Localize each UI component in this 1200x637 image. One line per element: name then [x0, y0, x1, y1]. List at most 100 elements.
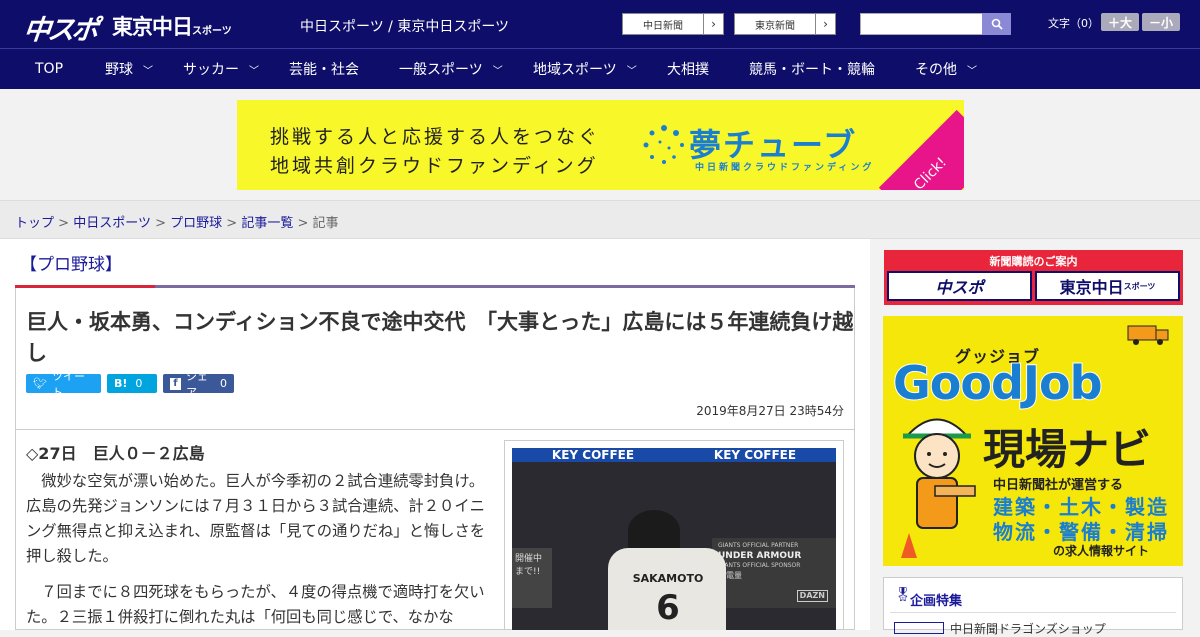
chunichi-shimbun-label: 中日新聞 — [643, 20, 683, 32]
font-bigger-button[interactable]: ＋大 — [1101, 13, 1139, 31]
feature-thumb[interactable] — [894, 622, 944, 634]
gj-tail: の求人情報サイト — [1053, 544, 1150, 558]
chunichi-shimbun-button[interactable]: 中日新聞 › — [622, 13, 724, 35]
article-subhead: ◇27日 巨人０－２広島 — [26, 444, 205, 463]
breadcrumb-pro-baseball[interactable]: プロ野球 — [170, 216, 222, 231]
search-button[interactable] — [982, 13, 1011, 35]
breadcrumb: トップ > 中日スポーツ > プロ野球 > 記事一覧 > 記事 — [15, 212, 339, 231]
tokyo-chunichi-logo[interactable]: 東京中日スポーツ — [112, 11, 232, 41]
article-divider — [16, 429, 854, 430]
nav-label: 野球 — [105, 62, 133, 78]
nav-item-entertainment[interactable]: 芸能・社会 — [289, 49, 359, 89]
nav-item-general-sports[interactable]: 一般スポーツ ﹀ — [399, 49, 503, 89]
sub-tokyo-text: 東京中日 — [1059, 278, 1124, 297]
search-icon — [991, 18, 1003, 30]
gj-navi: 現場ナビ — [983, 425, 1152, 474]
nav-label: 競馬・ボート・競輪 — [749, 62, 875, 78]
truck-icon — [1127, 325, 1169, 345]
nav-item-soccer[interactable]: サッカー ﹀ — [183, 49, 259, 89]
jersey-number: 6 — [656, 588, 680, 628]
nav-item-top[interactable]: TOP — [35, 49, 63, 89]
breadcrumb-top[interactable]: トップ — [15, 216, 54, 231]
article-paragraph-2: ７回までに８四死球をもらったが、４度の得点機で適時打を欠いた。２三振１併殺打に倒… — [26, 583, 485, 626]
nav-item-racing[interactable]: 競馬・ボート・競輪 — [749, 49, 875, 89]
tokyo-shimbun-button[interactable]: 東京新聞 › — [734, 13, 836, 35]
photo-sponsor-board: GIANTS OFFICIAL PARTNER UNDER ARMOUR GIA… — [712, 538, 836, 608]
article-date: 2019年8月27日 23時54分 — [696, 404, 844, 418]
article-headline: 巨人・坂本勇、コンディション不良で途中交代 「大事とった」広島には５年連続負け越… — [26, 310, 854, 365]
dots-logo-icon — [643, 125, 684, 164]
facebook-share-count: 0 — [220, 377, 227, 390]
chuspo-logo[interactable]: 中スポ — [22, 8, 98, 47]
hatena-count: 0 — [135, 377, 143, 390]
photo-left-sign: 開催中 まで!! — [512, 548, 552, 608]
article-paragraph-1: 微妙な空気が漂い始めた。巨人が今季初の２試合連続零封負け。広島の先発ジョンソンに… — [26, 472, 486, 565]
gj-jobs-2: 物流・警備・清掃 — [993, 520, 1169, 544]
facebook-share-button[interactable]: f シェア 0 — [163, 370, 234, 399]
tokyo-logo-small: スポーツ — [192, 26, 232, 37]
chevron-right-icon: › — [815, 14, 835, 34]
banner-subtitle: 中日新聞クラウドファンディング — [695, 163, 875, 173]
photo-sign: KEY COFFEE — [713, 448, 797, 462]
sub-tokyo-logo: 東京中日 スポーツ — [1035, 271, 1180, 301]
section-tag: 【プロ野球】 — [20, 255, 122, 275]
feature-box: 🎖︎ 企画特集 中日新聞ドラゴンズショップ — [883, 577, 1183, 636]
photo-sign-strip: KEY COFFEE KEY COFFEE — [512, 448, 836, 462]
top-header: 中スポ 東京中日スポーツ 中日スポーツ / 東京中日スポーツ 中日新聞 › 東京… — [0, 0, 1200, 48]
yume-tube-banner[interactable]: 挑戦する人と応援する人をつなぐ 地域共創クラウドファンディング 夢チューブ 中日… — [237, 100, 964, 190]
search-input[interactable] — [860, 13, 982, 35]
chevron-down-icon: ﹀ — [492, 65, 503, 77]
breadcrumb-bar: トップ > 中日スポーツ > プロ野球 > 記事一覧 > 記事 — [0, 200, 1200, 239]
chevron-down-icon: ﹀ — [967, 65, 977, 77]
photo-left-sign-text: 開催中 — [515, 554, 543, 564]
breadcrumb-sep: > — [226, 216, 238, 231]
nav-label: 芸能・社会 — [289, 62, 359, 78]
photo-sponsor: GIANTS OFFICIAL SPONSOR — [718, 562, 801, 569]
nav-item-baseball[interactable]: 野球 ﹀ — [105, 49, 153, 89]
nav-label: その他 — [915, 62, 957, 78]
breadcrumb-current: 記事 — [312, 216, 339, 231]
photo-dazn: DAZN — [796, 590, 828, 602]
font-smaller-button[interactable]: －小 — [1142, 13, 1180, 31]
search-box — [860, 13, 1011, 35]
worker-illustration-icon — [901, 418, 976, 558]
nav-item-other[interactable]: その他 ﹀ — [915, 49, 977, 89]
jersey-name: SAKAMOTO — [632, 572, 704, 585]
sub-tokyo-small: スポーツ — [1123, 281, 1156, 291]
photo-sign: KEY COFFEE — [551, 448, 635, 462]
breadcrumb-chunichi-sports[interactable]: 中日スポーツ — [73, 216, 151, 231]
player-helmet — [628, 510, 680, 552]
breadcrumb-sep: > — [58, 216, 70, 231]
nav-label: 大相撲 — [667, 62, 709, 78]
article-photo[interactable]: KEY COFFEE KEY COFFEE 開催中 まで!! GIANTS OF… — [512, 448, 836, 630]
banner-line2: 地域共創クラウドファンディング — [270, 155, 599, 177]
chevron-right-icon: › — [703, 14, 723, 34]
nav-item-sumo[interactable]: 大相撲 — [667, 49, 709, 89]
subscription-banner[interactable]: 新聞購読のご案内 中スポ 東京中日 スポーツ — [884, 250, 1183, 305]
banner-line1: 挑戦する人と応援する人をつなぐ — [270, 126, 601, 148]
breadcrumb-sep: > — [155, 216, 166, 231]
chevron-down-icon: ﹀ — [143, 65, 153, 77]
tokyo-logo-text: 東京中日 — [112, 15, 193, 39]
nav-label: 一般スポーツ — [399, 62, 483, 78]
nav-item-local-sports[interactable]: 地域スポーツ ﹀ — [533, 49, 637, 89]
breadcrumb-sep: > — [297, 216, 309, 231]
nav-label: サッカー — [183, 62, 239, 78]
tweet-label: ツイート — [51, 369, 85, 399]
hatena-icon: B! — [114, 377, 128, 390]
goodjob-banner[interactable]: グッジョブ GoodJob 現場ナビ 中日新聞社が運営する 建築・土木・製造 物… — [883, 316, 1183, 566]
sub-chuspo-logo: 中スポ — [887, 271, 1032, 301]
facebook-icon: f — [170, 377, 181, 390]
chevron-down-icon: ﹀ — [249, 65, 259, 77]
photo-partner: GIANTS OFFICIAL PARTNER — [718, 542, 799, 549]
tweet-button[interactable]: 🐦︎ ツイート — [26, 370, 101, 399]
main-nav: TOP 野球 ﹀ サッカー ﹀ 芸能・社会 一般スポーツ ﹀ 地域スポーツ ﹀ 大相撲 … — [0, 48, 1200, 89]
photo-left-sign-text2: まで!! — [515, 567, 541, 577]
subscription-title: 新聞購読のご案内 — [989, 255, 1078, 268]
feature-item-dragons-shop[interactable]: 中日新聞ドラゴンズショップ — [950, 620, 1106, 637]
banner-area: 挑戦する人と応援する人をつなぐ 地域共創クラウドファンディング 夢チューブ 中日… — [0, 89, 1200, 200]
nav-label: 地域スポーツ — [533, 62, 617, 78]
breadcrumb-article-list[interactable]: 記事一覧 — [241, 216, 293, 231]
hatena-button[interactable]: B! 0 — [107, 374, 157, 393]
tokyo-shimbun-label: 東京新聞 — [755, 20, 795, 32]
